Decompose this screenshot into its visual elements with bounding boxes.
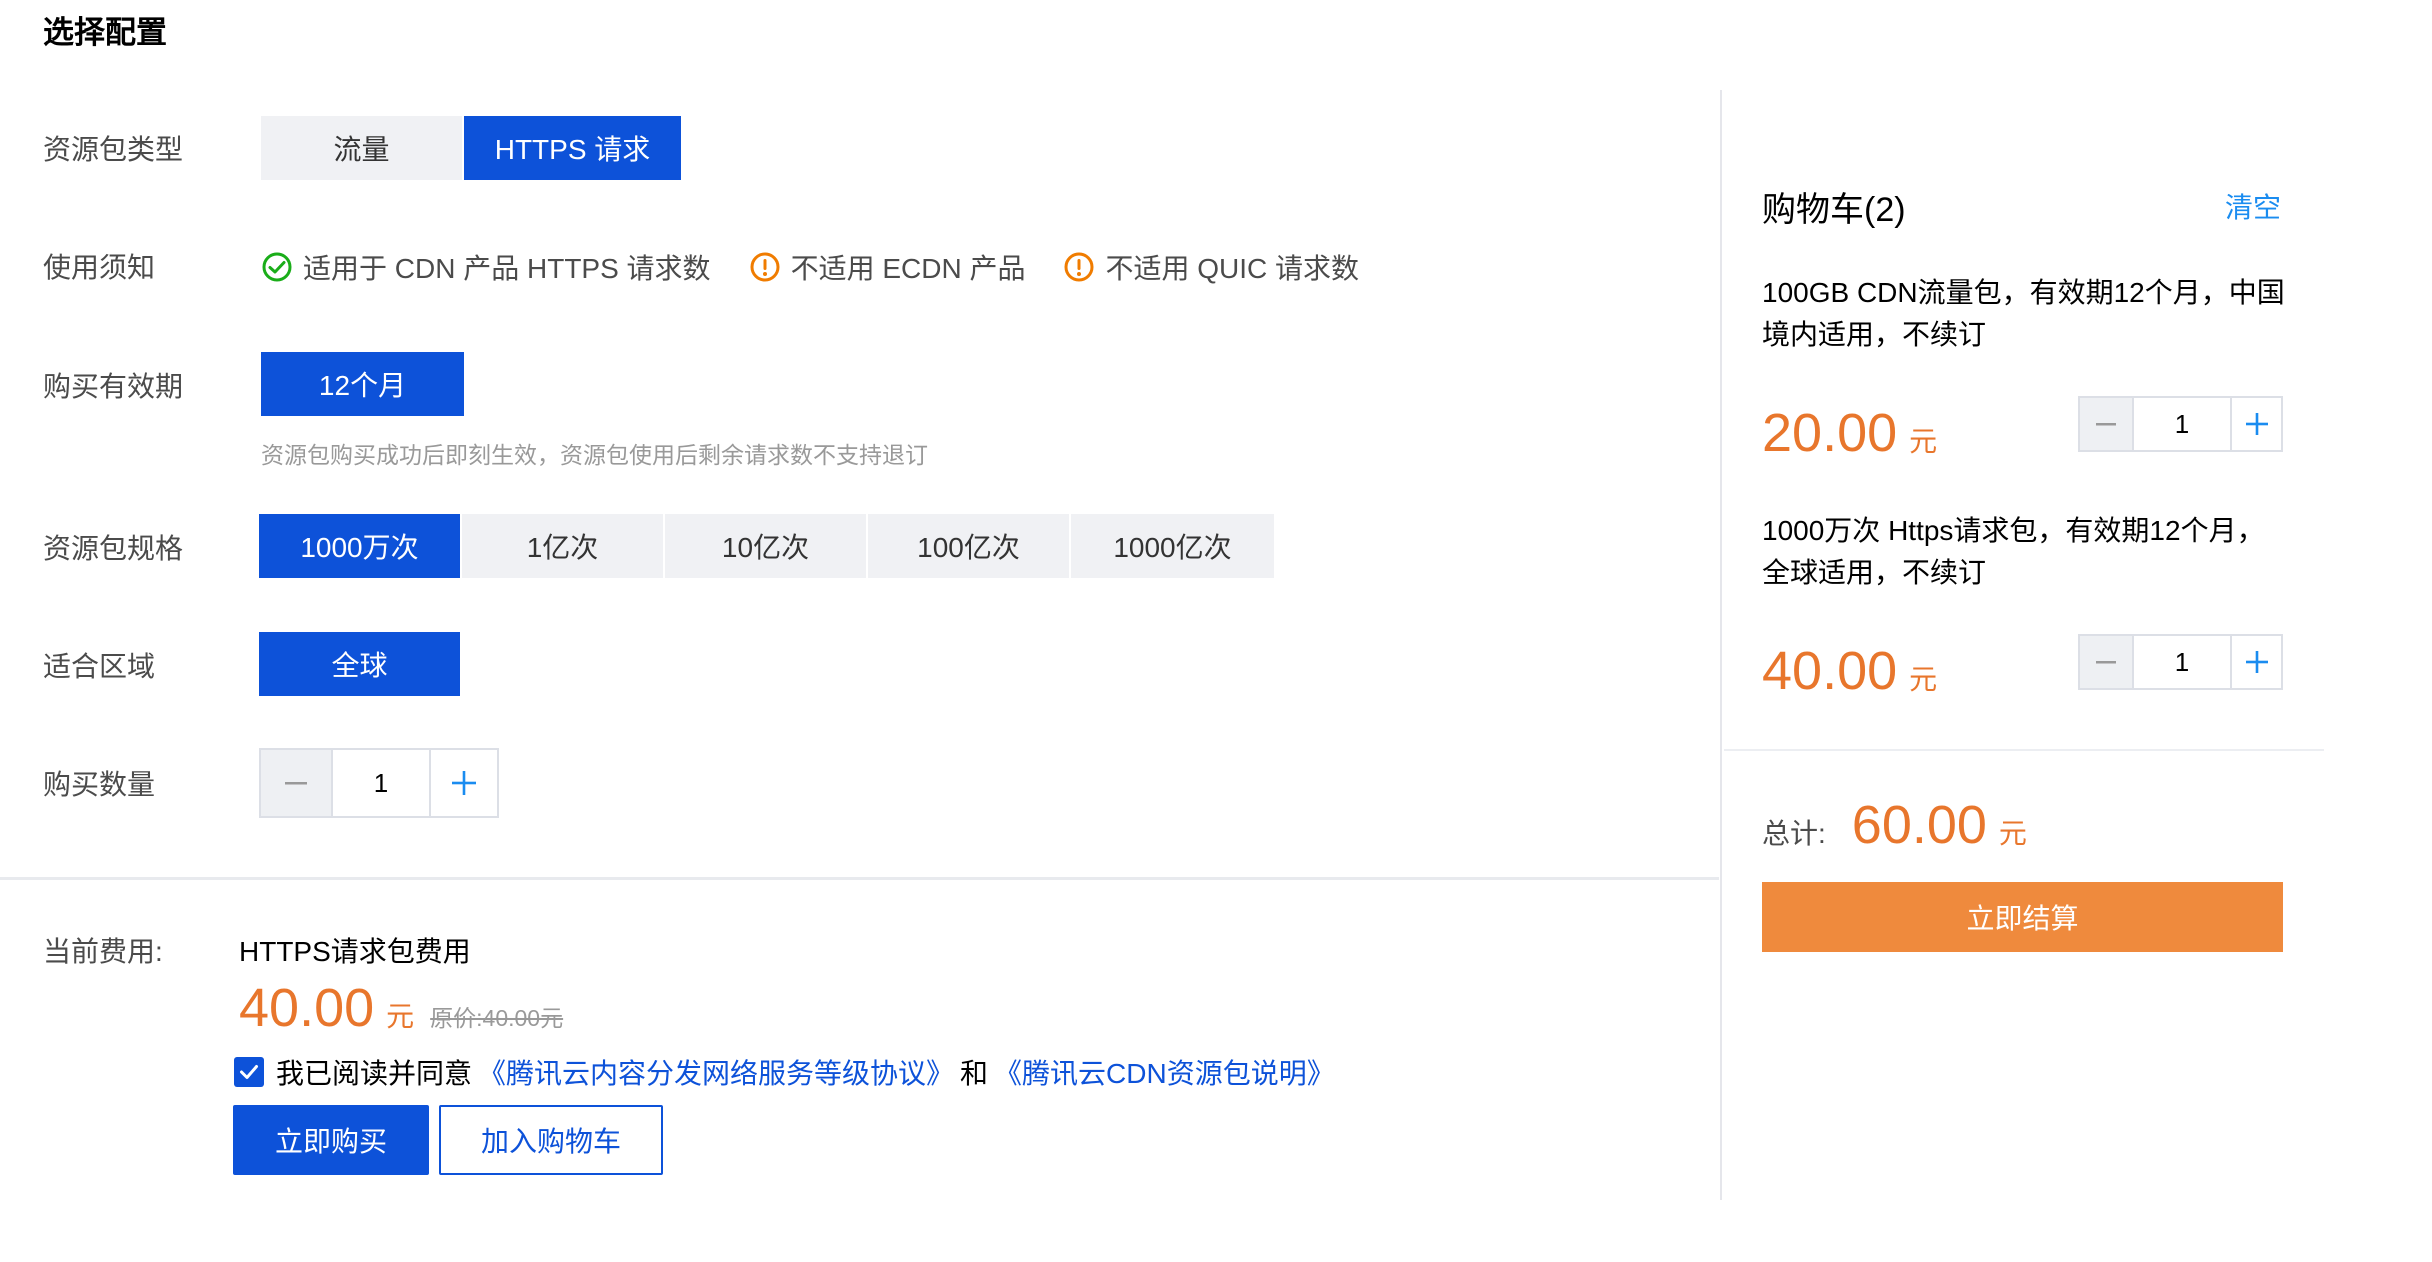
warning-circle-icon [750, 252, 780, 282]
quantity-label: 购买数量 [43, 769, 156, 800]
cart-item-1-price: 20.00 [1762, 403, 1898, 463]
package-terms-link[interactable]: 《腾讯云CDN资源包说明》 [994, 1052, 1335, 1092]
package-type-option-traffic[interactable]: 流量 [261, 116, 464, 180]
validity-label: 购买有效期 [43, 371, 184, 402]
validity-selector: 12个月 [261, 352, 464, 416]
warning-circle-icon [1064, 252, 1094, 282]
cart-item-2-decrement-button[interactable] [2080, 636, 2134, 688]
spec-option-100m[interactable]: 1亿次 [462, 514, 665, 578]
sla-agreement-link[interactable]: 《腾讯云内容分发网络服务等级协议》 [478, 1052, 954, 1092]
page-title: 选择配置 [43, 15, 167, 50]
fee-unit: 元 [386, 1001, 415, 1032]
cart-total-unit: 元 [1998, 818, 2027, 849]
agree-and-text: 和 [960, 1058, 989, 1089]
region-selector: 全球 [259, 632, 460, 696]
cart-total-label: 总计: [1762, 818, 1826, 849]
quantity-decrement-button[interactable] [261, 750, 333, 816]
region-label: 适合区域 [43, 651, 156, 682]
buy-now-button[interactable]: 立即购买 [233, 1105, 429, 1175]
cart-title: 购物车(2) [1762, 191, 1906, 229]
cart-divider [1720, 90, 1722, 1200]
cart-item-1-unit: 元 [1909, 426, 1938, 457]
checkmark-icon [240, 1065, 258, 1079]
minus-icon [285, 782, 307, 785]
plus-icon [2245, 413, 2268, 435]
spec-option-10m[interactable]: 1000万次 [259, 514, 462, 578]
fee-original-price: 原价:40.00元 [430, 1005, 564, 1031]
notice-text: 不适用 QUIC 请求数 [1105, 253, 1360, 284]
cart-item-2-stepper [2078, 634, 2283, 690]
cart-item-2-qty-input[interactable] [2134, 636, 2230, 688]
cart-total-row: 总计: 60.00 元 [1762, 795, 2027, 855]
checkout-button[interactable]: 立即结算 [1762, 882, 2283, 952]
quantity-input[interactable] [333, 750, 429, 816]
plus-icon [452, 771, 476, 795]
cart-clear-button[interactable]: 清空 [2225, 186, 2281, 226]
quantity-stepper [259, 748, 499, 818]
cart-item-1-increment-button[interactable] [2230, 398, 2281, 450]
cart-item-1-decrement-button[interactable] [2080, 398, 2134, 450]
fee-price-row: 40.00 元 原价:40.00元 [239, 978, 563, 1038]
agree-checkbox[interactable] [234, 1057, 264, 1087]
agreement-row: 我已阅读并同意 《腾讯云内容分发网络服务等级协议》 和 《腾讯云CDN资源包说明… [234, 1052, 1335, 1092]
cart-item-1-stepper [2078, 396, 2283, 452]
notice-list: 适用于 CDN 产品 HTTPS 请求数 不适用 ECDN 产品 不适用 QUI… [261, 246, 1397, 288]
fee-item-name: HTTPS请求包费用 [239, 936, 471, 967]
section-divider [0, 877, 1719, 880]
add-to-cart-button[interactable]: 加入购物车 [439, 1105, 663, 1175]
cart-item-2-price-row: 40.00 元 [1762, 641, 1937, 701]
notice-text: 适用于 CDN 产品 HTTPS 请求数 [303, 253, 711, 284]
notice-item-ecdn: 不适用 ECDN 产品 [749, 247, 1026, 287]
spec-option-1b[interactable]: 10亿次 [665, 514, 868, 578]
agree-text: 我已阅读并同意 [276, 1058, 473, 1089]
spec-option-10b[interactable]: 100亿次 [868, 514, 1071, 578]
check-circle-icon [262, 252, 292, 282]
spec-option-100b[interactable]: 1000亿次 [1071, 514, 1274, 578]
notice-text: 不适用 ECDN 产品 [790, 253, 1026, 284]
cart-item-2-price: 40.00 [1762, 641, 1898, 701]
cart-item-1-qty-input[interactable] [2134, 398, 2230, 450]
minus-icon [2096, 423, 2116, 426]
minus-icon [2096, 661, 2116, 664]
notice-label: 使用须知 [43, 252, 156, 283]
fee-price: 40.00 [239, 978, 375, 1038]
notice-item-quic: 不适用 QUIC 请求数 [1063, 247, 1359, 287]
cart-item-1-price-row: 20.00 元 [1762, 403, 1937, 463]
cart-item-2-increment-button[interactable] [2230, 636, 2281, 688]
validity-option-12m[interactable]: 12个月 [261, 352, 464, 416]
fee-label: 当前费用: [43, 936, 163, 967]
package-type-option-https[interactable]: HTTPS 请求 [464, 116, 681, 180]
package-type-selector: 流量 HTTPS 请求 [261, 116, 681, 180]
validity-hint: 资源包购买成功后即刻生效，资源包使用后剩余请求数不支持退订 [261, 442, 928, 468]
spec-label: 资源包规格 [43, 533, 184, 564]
cart-item-2-unit: 元 [1909, 664, 1938, 695]
spec-selector: 1000万次 1亿次 10亿次 100亿次 1000亿次 [259, 514, 1274, 578]
cart-total-price: 60.00 [1851, 795, 1987, 855]
package-type-label: 资源包类型 [43, 134, 184, 165]
cart-item-1-desc: 100GB CDN流量包，有效期12个月，中国境内适用，不续订 [1762, 277, 2285, 350]
cart-item-2-desc: 1000万次 Https请求包，有效期12个月，全球适用，不续订 [1762, 515, 2265, 588]
plus-icon [2245, 651, 2268, 673]
region-option-global[interactable]: 全球 [259, 632, 460, 696]
quantity-increment-button[interactable] [429, 750, 497, 816]
cart-separator [1724, 749, 2324, 751]
notice-item-cdn: 适用于 CDN 产品 HTTPS 请求数 [261, 247, 711, 287]
